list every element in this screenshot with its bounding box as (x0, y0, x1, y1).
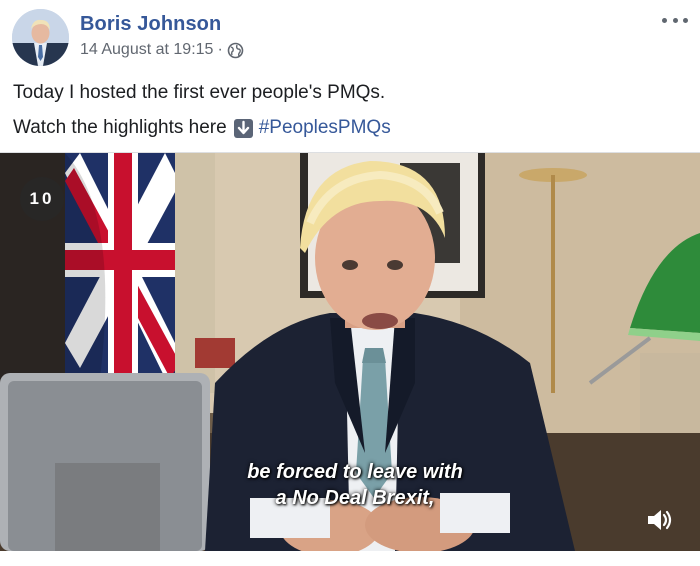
video-subtitle-line1: be forced to leave with (247, 461, 463, 483)
speaker-icon[interactable] (644, 505, 674, 535)
author-name[interactable]: Boris Johnson (80, 13, 221, 36)
more-dot (672, 17, 678, 23)
facebook-post: Boris Johnson 14 August at 19:15 · Today… (0, 0, 700, 566)
post-text-highlights: Watch the highlights here (13, 117, 227, 138)
post-text-line2: Watch the highlights here #PeoplesPMQs (13, 117, 391, 139)
post-timestamp[interactable]: 14 August at 19:15 (80, 41, 213, 59)
more-dot (662, 17, 667, 23)
more-options-icon[interactable] (662, 10, 688, 30)
video-subtitle-line2: a No Deal Brexit, (275, 487, 435, 509)
globe-icon[interactable] (227, 42, 244, 59)
post-meta: 14 August at 19:15 · (80, 41, 244, 59)
avatar[interactable] (12, 9, 69, 66)
avatar-image (12, 9, 69, 66)
more-dot (683, 17, 688, 23)
video-player[interactable]: 10 be forced to leave with a No Deal Bre… (0, 153, 700, 551)
post-text-line1: Today I hosted the first ever people's P… (13, 82, 386, 103)
video-counter: 10 (20, 177, 64, 221)
down-arrow-emoji-icon (233, 118, 253, 138)
hashtag-link[interactable]: #PeoplesPMQs (259, 117, 391, 139)
meta-separator: · (217, 41, 223, 58)
